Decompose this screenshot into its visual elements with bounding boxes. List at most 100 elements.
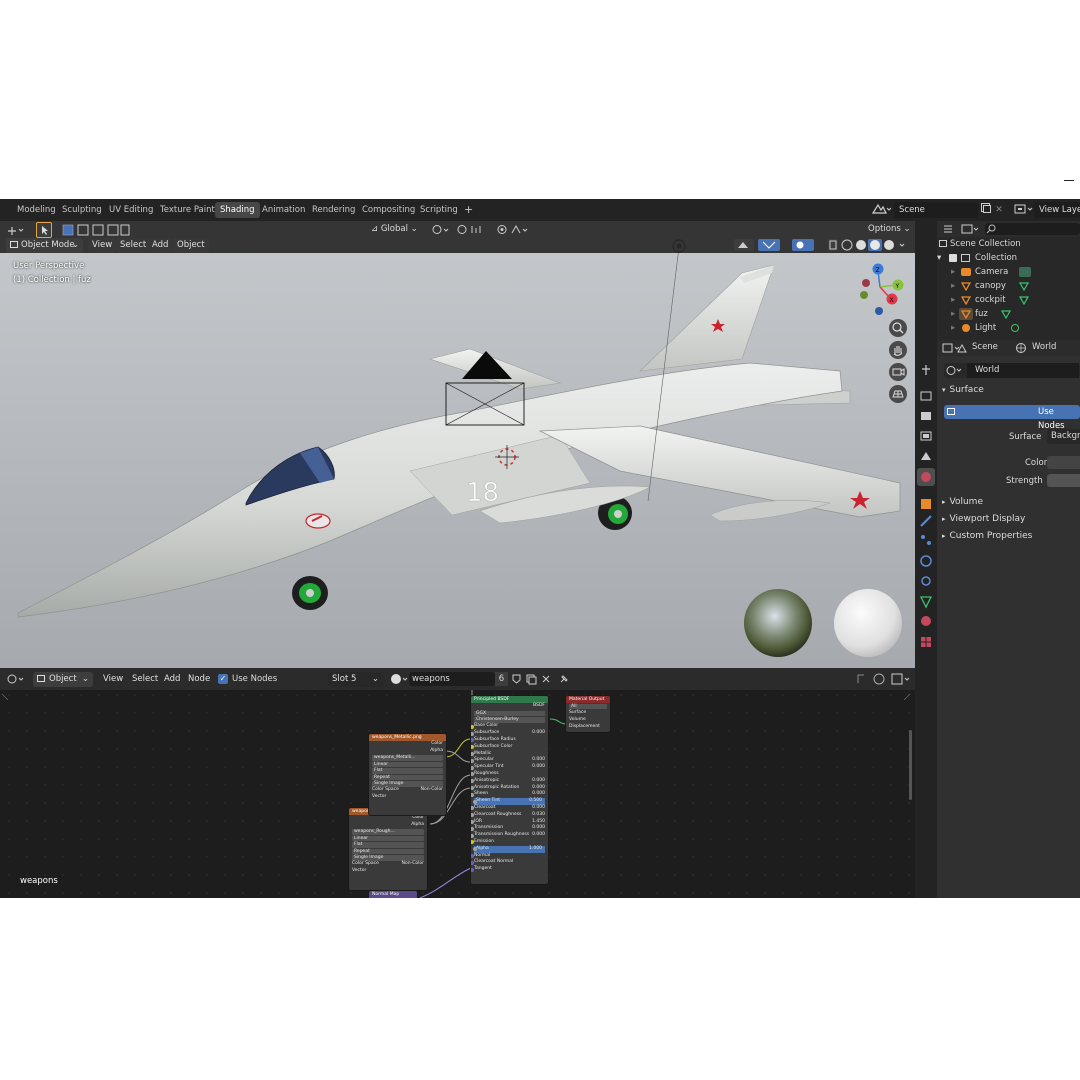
input-socket[interactable]	[471, 820, 474, 825]
shader-node-editor[interactable]: Object ⌄ View Select Add Node ✓ Use Nodes…	[0, 668, 915, 898]
principled-input-row[interactable]: Transmission Roughness 0.000	[471, 832, 548, 839]
tab-modeling[interactable]: Modeling	[12, 202, 61, 218]
menu-object[interactable]: Object	[173, 238, 209, 253]
input-socket[interactable]	[471, 867, 474, 872]
3d-viewport[interactable]: 18 Z Y X Object Mode ⌄ View Select Add O…	[0, 221, 915, 668]
select-tool-icon[interactable]	[36, 222, 52, 238]
principled-input-row[interactable]: Roughness	[471, 771, 548, 778]
image-selector[interactable]: weapons_Rough...	[352, 829, 424, 835]
custom-properties-panel-header[interactable]: ▸ Custom Properties	[942, 531, 1032, 541]
window-minimize-icon[interactable]	[1064, 180, 1074, 181]
image-selector[interactable]: weapons_Metalli...	[372, 755, 443, 761]
node-menu-add[interactable]: Add	[160, 672, 184, 687]
principled-input-row[interactable]: Subsurface Radius	[471, 737, 548, 744]
outliner-item-camera[interactable]: ▸ Camera	[937, 265, 1080, 279]
principled-input-row[interactable]: Clearcoat Roughness 0.030	[471, 812, 548, 819]
outliner-item-cockpit[interactable]: ▸ cockpit	[937, 293, 1080, 307]
input-socket[interactable]	[471, 826, 474, 831]
distribution-dropdown[interactable]: GGX	[474, 710, 545, 717]
tab-compositing[interactable]: Compositing	[357, 202, 420, 218]
input-socket[interactable]	[471, 792, 474, 797]
pan-hand-icon[interactable]	[889, 341, 907, 359]
material-actions-icons[interactable]	[510, 672, 555, 686]
outliner[interactable]: Scene Collection ▾ Collection ▸ Camera ▸…	[937, 221, 1080, 340]
new-scene-icon[interactable]	[979, 202, 993, 218]
outliner-scene-collection[interactable]: Scene Collection	[937, 237, 1080, 251]
surface-panel-header[interactable]: ▾ Surface	[942, 385, 984, 395]
selection-mode-icons[interactable]	[62, 224, 130, 236]
source-dropdown[interactable]: Single Image	[352, 854, 424, 861]
menu-view[interactable]: View	[88, 238, 117, 253]
transform-orientation-dropdown[interactable]: ⊿ Global ⌄	[371, 223, 427, 236]
camera-view-icon[interactable]	[889, 363, 907, 381]
principled-input-row[interactable]: Specular Tint 0.000	[471, 764, 548, 771]
shader-type-dropdown[interactable]: Object ⌄	[33, 672, 93, 687]
editor-type-icon[interactable]	[6, 224, 28, 237]
use-nodes-button[interactable]: Use Nodes	[944, 405, 1080, 431]
outliner-search-input[interactable]	[985, 223, 1080, 235]
scene-name-field[interactable]: Scene	[894, 202, 978, 218]
color-field[interactable]	[1047, 456, 1080, 469]
interpolation-dropdown[interactable]: Linear	[352, 835, 424, 842]
pivot-snap-icons[interactable]	[430, 223, 530, 236]
principled-input-row[interactable]: Alpha 1.000	[473, 845, 545, 853]
strength-slider[interactable]	[1047, 474, 1080, 487]
viewport-display-panel-header[interactable]: ▸ Viewport Display	[942, 514, 1025, 524]
view-layer-field[interactable]: View Layer	[1034, 202, 1080, 218]
material-user-count[interactable]: 6	[495, 672, 508, 686]
material-slot-dropdown[interactable]: Slot 5 ⌄	[328, 672, 383, 687]
scene-selector-icon[interactable]	[870, 202, 892, 218]
image-texture-metallic-node[interactable]: weapons_Metallic.png Color Alpha weapons…	[368, 733, 447, 816]
outliner-item-light[interactable]: ▸ Light	[937, 321, 1080, 335]
subsurface-method-dropdown[interactable]: Christensen-Burley	[474, 716, 545, 723]
zoom-icon[interactable]	[889, 319, 907, 337]
viewport-shading-controls[interactable]	[734, 238, 912, 252]
node-menu-node[interactable]: Node	[184, 672, 214, 687]
principled-bsdf-node[interactable]: Principled BSDF BSDF GGX Christensen-Bur…	[470, 695, 549, 885]
input-socket[interactable]	[471, 724, 474, 729]
menu-add[interactable]: Add	[148, 238, 173, 253]
output-target-dropdown[interactable]: All	[569, 703, 607, 710]
editor-type-icon[interactable]	[6, 672, 28, 686]
display-mode-icon[interactable]	[942, 223, 982, 235]
interpolation-dropdown[interactable]: Linear	[372, 761, 443, 768]
perspective-grid-icon[interactable]	[889, 385, 907, 403]
node-menu-view[interactable]: View	[99, 672, 127, 687]
image-texture-roughness-node[interactable]: weapons_Roughness.png Color Alpha weapon…	[348, 807, 428, 891]
view-layer-icon[interactable]	[1012, 202, 1034, 218]
tab-rendering[interactable]: Rendering	[307, 202, 360, 218]
input-socket[interactable]	[471, 860, 474, 865]
tab-texture-paint[interactable]: Texture Paint	[155, 202, 220, 218]
principled-input-row[interactable]: Anisotropic 0.000	[471, 778, 548, 785]
principled-input-row[interactable]: Subsurface Color	[471, 744, 548, 751]
projection-dropdown[interactable]: Flat	[352, 842, 424, 848]
input-socket[interactable]	[471, 731, 474, 736]
volume-panel-header[interactable]: ▸ Volume	[942, 497, 983, 507]
principled-input-row[interactable]: Sheen Tint 0.500	[473, 798, 545, 805]
tab-scripting[interactable]: Scripting	[415, 202, 463, 218]
outliner-collection[interactable]: ▾ Collection	[937, 251, 1080, 265]
pin-icon[interactable]	[557, 672, 571, 686]
principled-input-row[interactable]: Clearcoat 0.000	[471, 805, 548, 812]
projection-dropdown[interactable]: Flat	[372, 768, 443, 774]
world-datablock-selector[interactable]: World	[944, 363, 1080, 378]
material-name-field[interactable]: weapons	[409, 672, 495, 686]
tab-uv-editing[interactable]: UV Editing	[104, 202, 158, 218]
tab-sculpting[interactable]: Sculpting	[57, 202, 107, 218]
extension-dropdown[interactable]: Repeat	[372, 774, 443, 781]
use-nodes-checkbox[interactable]: ✓	[218, 674, 228, 684]
input-socket[interactable]	[471, 765, 474, 770]
source-dropdown[interactable]: Single Image	[372, 780, 443, 787]
principled-input-row[interactable]: Tangent	[471, 866, 548, 873]
input-socket[interactable]	[471, 833, 474, 838]
world-name-field[interactable]: World	[967, 363, 1079, 378]
add-workspace-button[interactable]: +	[459, 202, 478, 218]
outliner-item-fuz[interactable]: ▸ fuz	[937, 307, 1080, 321]
browse-material-icon[interactable]	[389, 672, 411, 686]
extension-dropdown[interactable]: Repeat	[352, 848, 424, 855]
outliner-item-canopy[interactable]: ▸ canopy	[937, 279, 1080, 293]
tab-shading[interactable]: Shading	[215, 202, 260, 218]
node-menu-select[interactable]: Select	[128, 672, 162, 687]
input-socket[interactable]	[471, 758, 474, 763]
normal-map-node[interactable]: Normal Map	[368, 890, 418, 898]
